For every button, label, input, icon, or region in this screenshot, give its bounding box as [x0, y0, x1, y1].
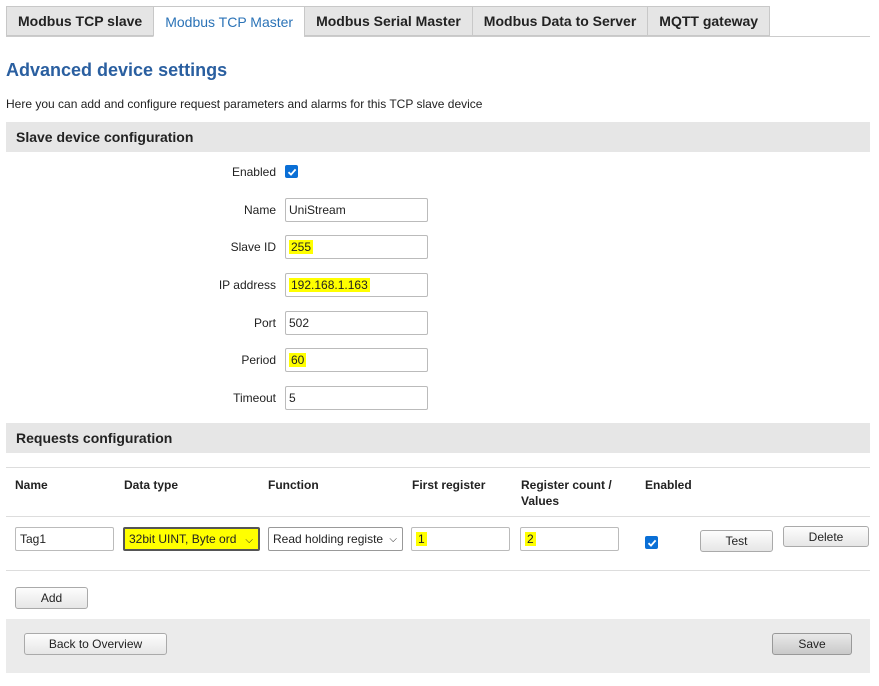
tab-label: Modbus TCP slave — [18, 13, 143, 29]
column-header-name: Name — [15, 478, 48, 492]
ip-address-label: IP address — [218, 278, 276, 292]
requests-config-header: Requests configuration — [6, 423, 870, 453]
enabled-row: Enabled — [0, 160, 879, 184]
column-header-enabled: Enabled — [645, 478, 692, 492]
page-intro: Here you can add and configure request p… — [6, 97, 483, 111]
ip-address-value: 192.168.1.163 — [289, 278, 370, 292]
tab-label: Modbus Data to Server — [483, 13, 637, 29]
first-register-value: 1 — [416, 532, 427, 546]
column-header-first-register: First register — [412, 478, 486, 492]
data-type-value: 32bit UINT, Byte ord — [129, 532, 237, 546]
back-to-overview-button[interactable]: Back to Overview — [24, 633, 167, 655]
tab-modbus-tcp-master[interactable]: Modbus TCP Master — [153, 6, 305, 37]
page-title: Advanced device settings — [6, 60, 228, 80]
chevron-down-icon: ⌵ — [243, 535, 253, 546]
requests-table-header: Name Data type Function First register R… — [6, 467, 870, 517]
checkmark-icon — [287, 168, 296, 176]
tab-modbus-serial-master[interactable]: Modbus Serial Master — [304, 6, 472, 36]
name-row: Name UniStream — [0, 198, 879, 222]
tab-label: Modbus TCP Master — [165, 13, 294, 30]
chevron-down-icon: ⌵ — [387, 534, 397, 545]
slave-config-header: Slave device configuration — [6, 122, 870, 152]
column-header-register-count: Register count / Values — [521, 477, 612, 509]
name-value: UniStream — [289, 203, 346, 217]
timeout-label: Timeout — [233, 391, 276, 405]
port-value: 502 — [289, 316, 310, 330]
column-header-function: Function — [268, 478, 319, 492]
timeout-value: 5 — [289, 391, 296, 405]
column-header-data-type: Data type — [124, 478, 179, 492]
tab-label: MQTT gateway — [659, 13, 759, 29]
add-request-button[interactable]: Add — [15, 587, 88, 609]
tab-modbus-tcp-slave[interactable]: Modbus TCP slave — [6, 6, 154, 36]
ip-address-row: IP address 192.168.1.163 — [0, 273, 879, 297]
data-type-select[interactable]: 32bit UINT, Byte ord ⌵ — [123, 527, 260, 551]
enabled-label: Enabled — [231, 165, 276, 179]
table-row: Tag1 32bit UINT, Byte ord ⌵ Read holding… — [6, 516, 870, 571]
register-count-input[interactable]: 2 — [520, 527, 619, 551]
slave-id-label: Slave ID — [230, 240, 276, 254]
test-button[interactable]: Test — [700, 530, 773, 552]
tab-modbus-data-to-server[interactable]: Modbus Data to Server — [471, 6, 648, 36]
register-count-value: 2 — [525, 532, 536, 546]
ip-address-input[interactable]: 192.168.1.163 — [285, 273, 428, 297]
timeout-input[interactable]: 5 — [285, 386, 428, 410]
name-label: Name — [243, 203, 276, 217]
name-input[interactable]: UniStream — [285, 198, 428, 222]
function-value: Read holding registe — [273, 532, 384, 546]
period-label: Period — [241, 353, 276, 367]
column-header-register-count-line2: Values — [521, 494, 560, 508]
footer-bar: Back to Overview Save — [6, 619, 870, 673]
tab-bar: Modbus TCP slave Modbus TCP Master Modbu… — [6, 6, 870, 37]
checkmark-icon — [647, 539, 656, 547]
tab-mqtt-gateway[interactable]: MQTT gateway — [647, 6, 771, 36]
timeout-row: Timeout 5 — [0, 386, 879, 410]
delete-button[interactable]: Delete — [783, 526, 869, 547]
first-register-input[interactable]: 1 — [411, 527, 510, 551]
column-header-register-count-line1: Register count / — [521, 478, 612, 492]
port-input[interactable]: 502 — [285, 311, 428, 335]
enabled-checkbox[interactable] — [285, 165, 298, 178]
port-label: Port — [253, 316, 276, 330]
request-name-input[interactable]: Tag1 — [15, 527, 114, 551]
slave-id-value: 255 — [289, 240, 314, 254]
period-value: 60 — [289, 353, 307, 367]
request-name-value: Tag1 — [20, 532, 47, 546]
period-row: Period 60 — [0, 348, 879, 372]
save-button[interactable]: Save — [772, 633, 852, 655]
tab-label: Modbus Serial Master — [316, 13, 461, 29]
request-enabled-checkbox[interactable] — [645, 536, 658, 549]
function-select[interactable]: Read holding registe ⌵ — [268, 527, 403, 551]
port-row: Port 502 — [0, 311, 879, 335]
slave-id-input[interactable]: 255 — [285, 235, 428, 259]
slave-id-row: Slave ID 255 — [0, 235, 879, 259]
period-input[interactable]: 60 — [285, 348, 428, 372]
